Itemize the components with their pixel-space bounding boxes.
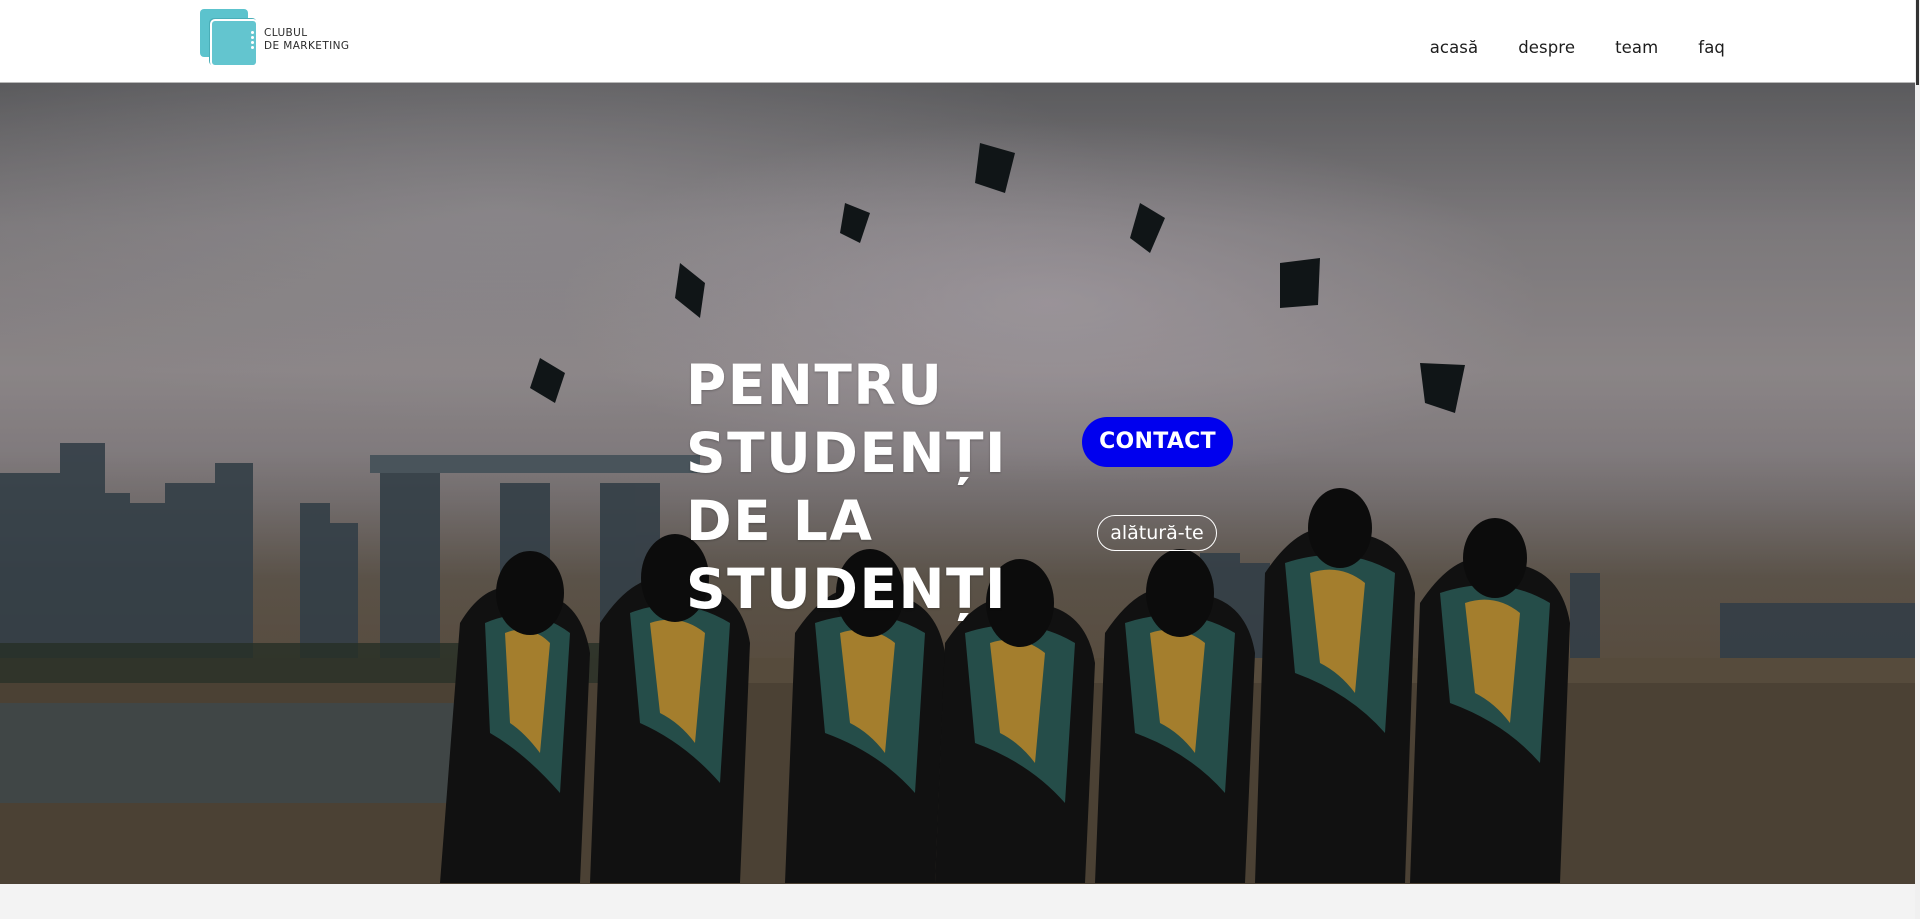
nav-link-acasa[interactable]: acasă [1430, 38, 1479, 57]
hero-section: PENTRU STUDENȚI DE LA STUDENȚI CONTACT a… [0, 83, 1920, 884]
contact-button[interactable]: CONTACT [1082, 417, 1233, 467]
nav-link-team[interactable]: team [1615, 38, 1658, 57]
site-header: CLUBUL DE MARKETING acasă despre team fa… [0, 0, 1915, 83]
logo-text: CLUBUL DE MARKETING [264, 27, 349, 53]
logo-text-line1: CLUBUL [264, 27, 308, 39]
headline-line-4: STUDENȚI [686, 557, 1008, 621]
main-nav: acasă despre team faq [1430, 38, 1725, 57]
nav-link-faq[interactable]: faq [1698, 38, 1725, 57]
scrollbar-thumb[interactable] [1916, 0, 1919, 85]
headline-line-3: DE LA [686, 489, 874, 553]
logo-text-line2: DE MARKETING [264, 40, 350, 52]
page-scrollbar[interactable] [1915, 0, 1920, 919]
site-logo[interactable]: CLUBUL DE MARKETING [200, 9, 349, 67]
headline-line-1: PENTRU [686, 353, 944, 417]
hero-headline: PENTRU STUDENȚI DE LA STUDENȚI [686, 351, 1006, 623]
logo-icon [200, 9, 258, 67]
nav-link-despre[interactable]: despre [1518, 38, 1575, 57]
headline-line-2: STUDENȚI [686, 421, 1008, 485]
join-button[interactable]: alătură-te [1097, 515, 1217, 551]
next-section-edge [0, 884, 1920, 919]
